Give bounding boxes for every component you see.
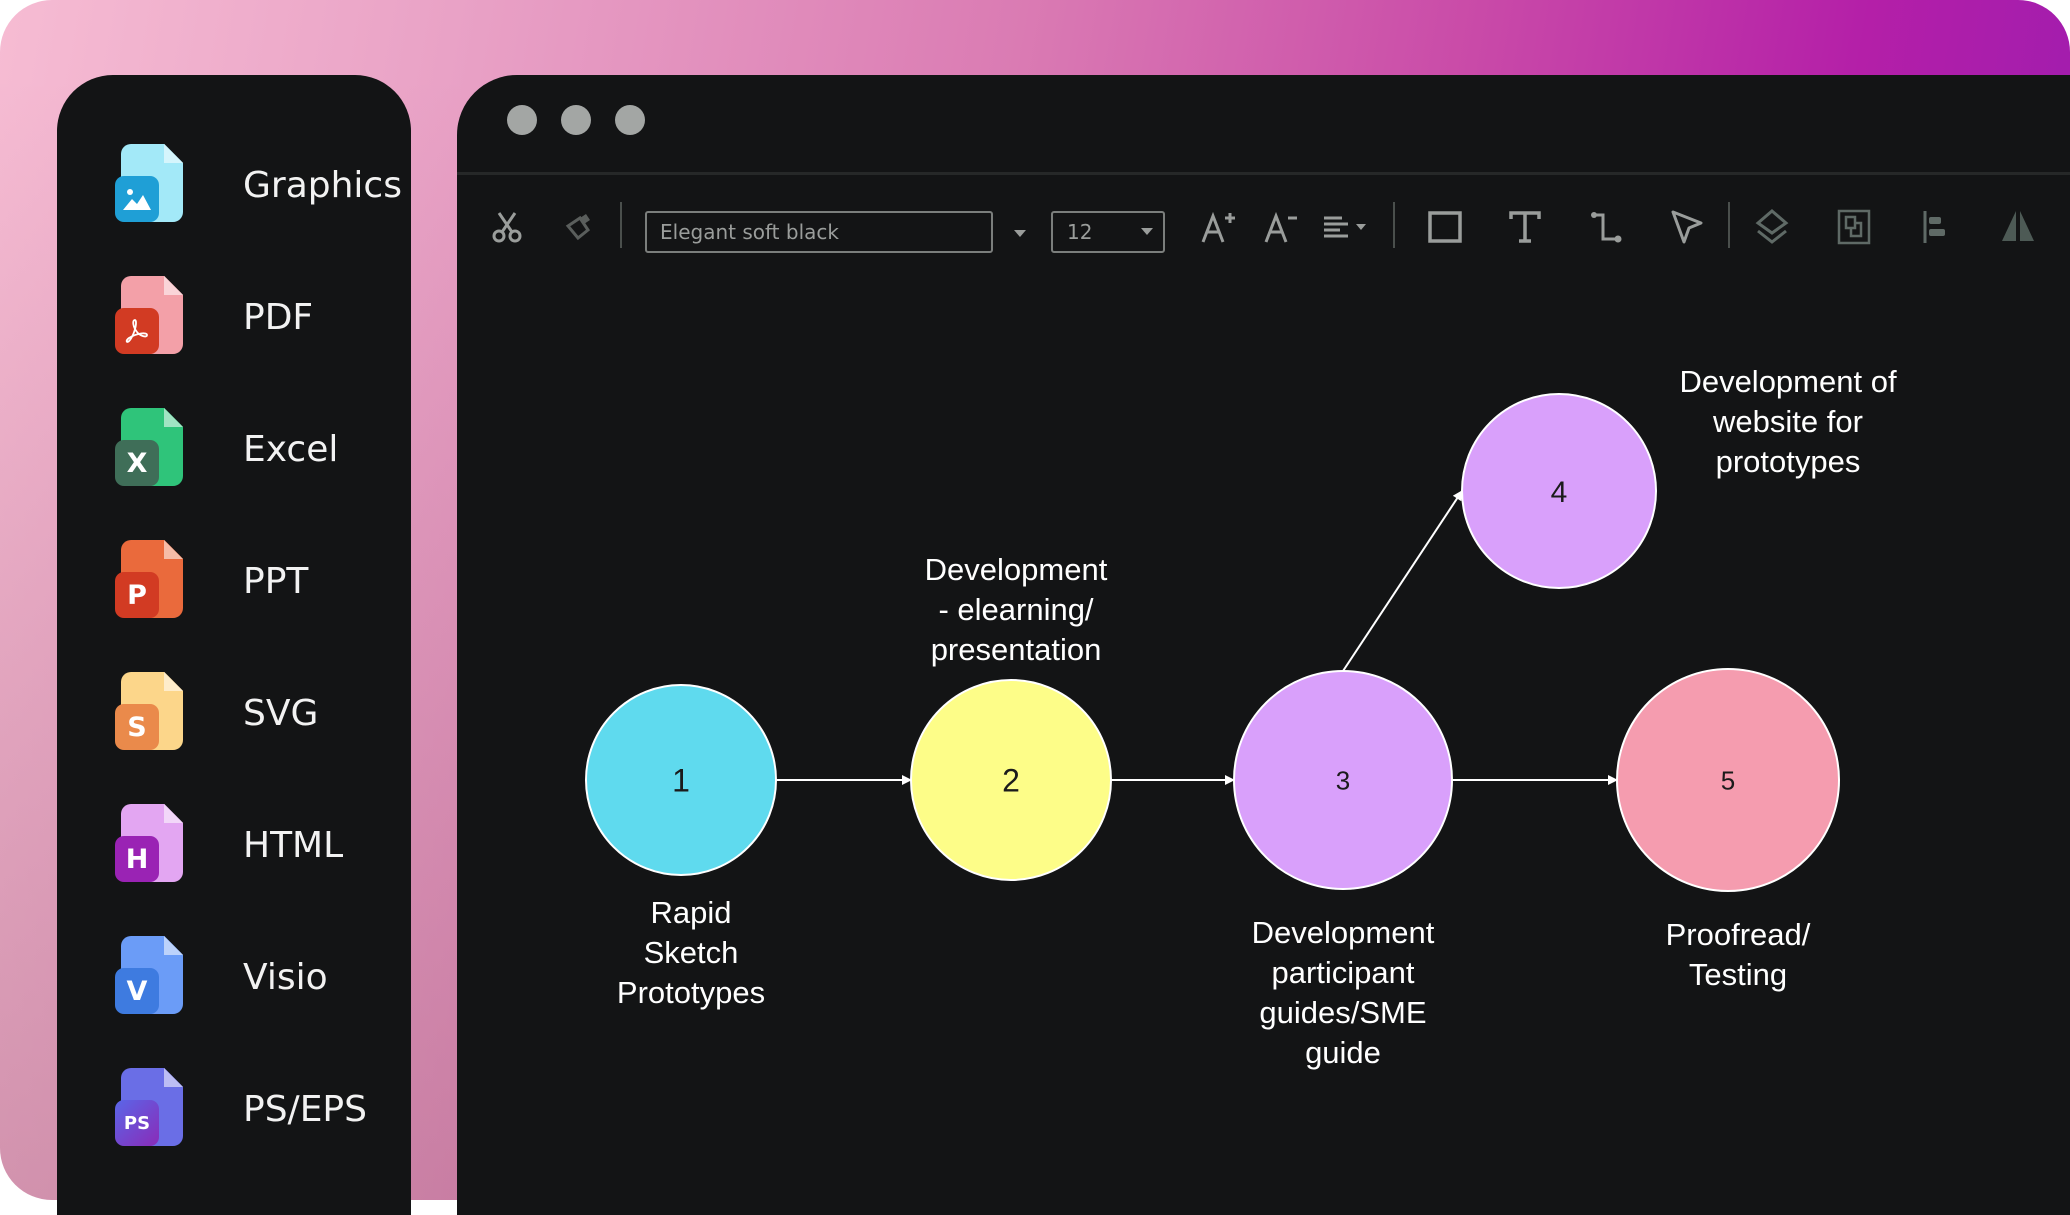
node-1-number: 1 bbox=[672, 763, 690, 799]
node-1-label[interactable]: Rapid Sketch Prototypes bbox=[591, 893, 791, 1013]
node-5-number: 5 bbox=[1721, 765, 1735, 795]
node-3-label[interactable]: Development participant guides/SME guide bbox=[1213, 913, 1473, 1073]
node-5-label[interactable]: Proofread/ Testing bbox=[1618, 915, 1858, 995]
node-4-number: 4 bbox=[1551, 476, 1568, 509]
node-3-number: 3 bbox=[1336, 765, 1350, 795]
node-2-number: 2 bbox=[1002, 763, 1020, 799]
edge-3-4[interactable] bbox=[1342, 490, 1463, 672]
diagram-canvas: 1 2 3 4 5 Rapid Sketch Prototypes Developmen… bbox=[0, 0, 2070, 1200]
node-2-label[interactable]: Development - elearning/ presentation bbox=[891, 550, 1141, 670]
node-4-label[interactable]: Development of website for prototypes bbox=[1648, 362, 1928, 482]
